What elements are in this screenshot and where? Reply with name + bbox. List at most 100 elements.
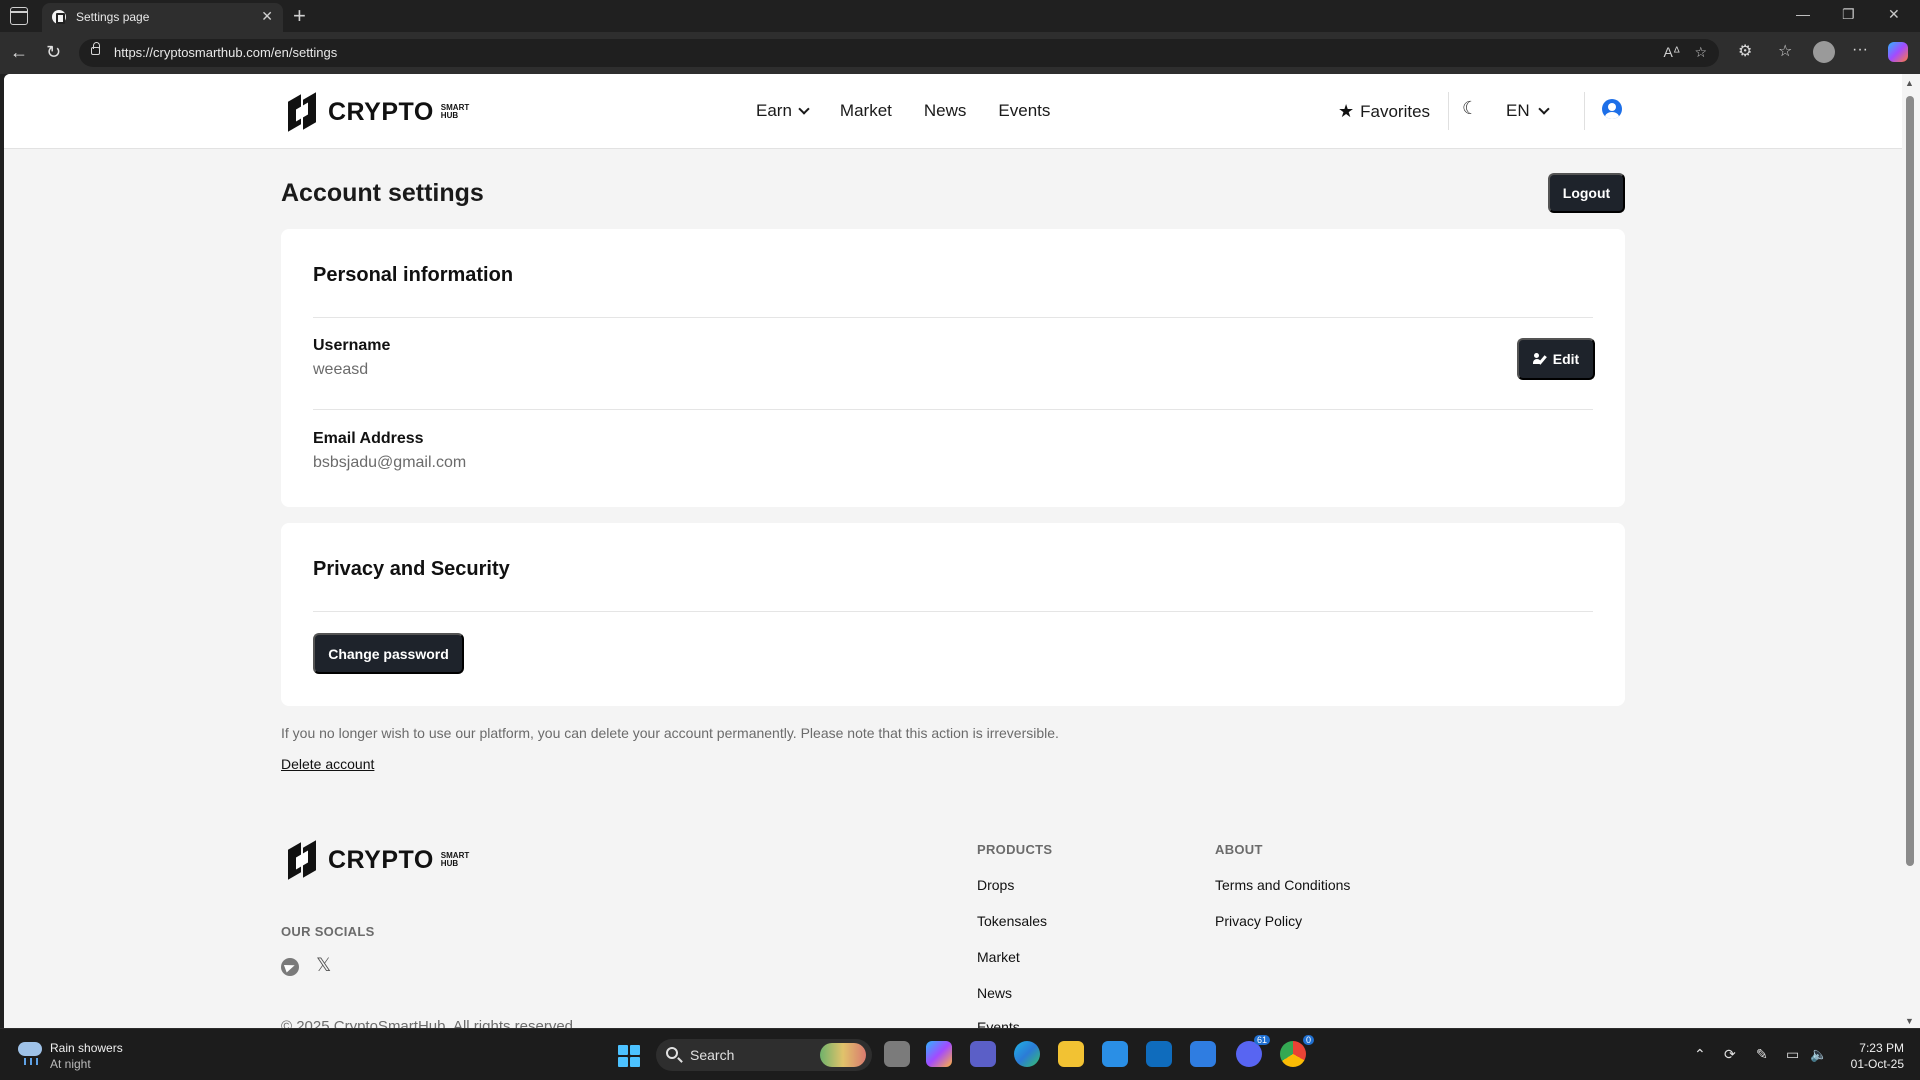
- delete-account-link[interactable]: Delete account: [281, 756, 374, 772]
- tab-close-icon[interactable]: ✕: [261, 8, 273, 25]
- nav-market[interactable]: Market: [840, 101, 892, 121]
- weather-condition[interactable]: Rain showers: [50, 1041, 123, 1055]
- username-label: Username: [313, 337, 391, 354]
- network-icon[interactable]: ▭: [1786, 1046, 1799, 1063]
- url-input[interactable]: https://cryptosmarthub.com/en/settings A…: [79, 39, 1719, 67]
- site-favicon-icon: [52, 10, 66, 24]
- copilot-app-icon[interactable]: [926, 1041, 952, 1067]
- chat-app-icon[interactable]: 61: [1236, 1035, 1270, 1067]
- outlook-icon[interactable]: [1146, 1041, 1172, 1067]
- whiteboard-icon[interactable]: [1190, 1041, 1216, 1067]
- logout-button[interactable]: Logout: [1548, 173, 1625, 213]
- more-options-icon[interactable]: ···: [1852, 41, 1868, 59]
- notification-badge: 61: [1253, 1035, 1270, 1045]
- window-close-icon[interactable]: ✕: [1888, 6, 1900, 23]
- footer-link-market[interactable]: Market: [977, 949, 1020, 965]
- user-edit-icon: [1532, 353, 1547, 365]
- task-view-icon[interactable]: [884, 1041, 910, 1067]
- dark-mode-toggle-icon[interactable]: ☾: [1462, 98, 1478, 119]
- privacy-security-card: Privacy and Security Change password: [281, 523, 1625, 706]
- tab-actions-icon[interactable]: [10, 7, 28, 25]
- telegram-icon[interactable]: [281, 958, 299, 976]
- logo-mark-icon: [286, 840, 322, 880]
- extensions-icon[interactable]: ⚙: [1738, 41, 1752, 61]
- windows-start-icon[interactable]: [618, 1045, 640, 1067]
- search-highlight-image: [820, 1043, 866, 1067]
- footer-link-drops[interactable]: Drops: [977, 877, 1014, 893]
- scroll-up-icon[interactable]: ▲: [1905, 78, 1914, 88]
- browser-tab-bar: Settings page ✕ + — ❐ ✕: [0, 0, 1920, 32]
- microsoft-store-icon[interactable]: [1102, 1041, 1128, 1067]
- personal-information-title: Personal information: [313, 264, 514, 286]
- page-viewport: CRYPTO SMART HUB Earn Market News Events…: [4, 74, 1902, 1028]
- site-header: CRYPTO SMART HUB Earn Market News Events…: [4, 74, 1902, 149]
- products-title: PRODUCTS: [977, 842, 1053, 857]
- chevron-down-icon: [1537, 102, 1550, 115]
- new-tab-icon[interactable]: +: [293, 3, 306, 29]
- weather-subtext: At night: [50, 1057, 91, 1071]
- main-nav: Earn Market News Events: [756, 101, 1050, 121]
- nav-news[interactable]: News: [924, 101, 967, 121]
- windows-taskbar: Rain showers At night Search 61 0 ⌃ ⟳ ✎ …: [0, 1028, 1920, 1080]
- footer-link-terms[interactable]: Terms and Conditions: [1215, 877, 1350, 893]
- edge-icon[interactable]: [1014, 1041, 1040, 1067]
- browser-tab-active[interactable]: Settings page ✕: [42, 3, 283, 32]
- chrome-icon[interactable]: 0: [1280, 1035, 1314, 1067]
- change-password-button[interactable]: Change password: [313, 633, 464, 674]
- footer-link-tokensales[interactable]: Tokensales: [977, 913, 1047, 929]
- profile-avatar-icon[interactable]: [1813, 41, 1835, 63]
- divider: [313, 409, 1593, 410]
- page-title: Account settings: [281, 179, 484, 207]
- personal-information-card: Personal information Username weeasd Edi…: [281, 229, 1625, 507]
- x-twitter-icon[interactable]: 𝕏: [316, 954, 331, 977]
- chevron-down-icon: [798, 102, 810, 115]
- pen-icon[interactable]: ✎: [1756, 1046, 1768, 1063]
- user-account-icon[interactable]: [1602, 99, 1622, 119]
- header-divider: [1584, 92, 1585, 130]
- email-label: Email Address: [313, 430, 424, 447]
- url-text: https://cryptosmarthub.com/en/settings: [114, 45, 338, 60]
- sync-icon[interactable]: ⟳: [1724, 1046, 1736, 1063]
- edit-username-button[interactable]: Edit: [1517, 338, 1595, 380]
- nav-events[interactable]: Events: [998, 101, 1050, 121]
- copilot-icon[interactable]: [1888, 42, 1908, 62]
- page-scrollbar[interactable]: ▲ ▼: [1902, 74, 1920, 1028]
- delete-account-note: If you no longer wish to use our platfor…: [281, 725, 1059, 741]
- teams-icon[interactable]: [970, 1041, 996, 1067]
- nav-earn[interactable]: Earn: [756, 101, 810, 121]
- about-title: ABOUT: [1215, 842, 1263, 857]
- restore-icon[interactable]: ❐: [1842, 6, 1855, 23]
- search-icon: [666, 1047, 678, 1059]
- file-explorer-icon[interactable]: [1058, 1041, 1084, 1067]
- footer-logo[interactable]: CRYPTO SMART HUB: [286, 840, 469, 880]
- volume-icon[interactable]: 🔈: [1810, 1046, 1827, 1063]
- logo-mark-icon: [286, 92, 322, 132]
- footer-link-news[interactable]: News: [977, 985, 1012, 1001]
- username-value: weeasd: [313, 361, 369, 378]
- divider: [313, 611, 1593, 612]
- site-logo[interactable]: CRYPTO SMART HUB: [286, 92, 469, 132]
- copyright: © 2025 CryptoSmartHub. All rights reserv…: [281, 1018, 578, 1028]
- favorites-bar-icon[interactable]: ☆: [1778, 41, 1792, 61]
- tab-title: Settings page: [76, 10, 150, 24]
- scroll-down-icon[interactable]: ▼: [1905, 1016, 1914, 1026]
- scrollbar-thumb[interactable]: [1906, 96, 1914, 866]
- refresh-icon[interactable]: ↻: [46, 42, 61, 63]
- footer-link-privacy[interactable]: Privacy Policy: [1215, 913, 1302, 929]
- email-value: bsbsjadu@gmail.com: [313, 454, 467, 471]
- read-aloud-icon[interactable]: Aᐞ: [1663, 44, 1680, 61]
- notification-badge: 0: [1302, 1035, 1314, 1045]
- weather-rain-icon[interactable]: [18, 1042, 42, 1065]
- back-icon[interactable]: ←: [10, 42, 28, 63]
- language-selector[interactable]: EN: [1506, 101, 1550, 121]
- minimize-icon[interactable]: —: [1796, 6, 1810, 22]
- favorite-star-icon[interactable]: ☆: [1694, 44, 1707, 61]
- tray-overflow-icon[interactable]: ⌃: [1694, 1046, 1706, 1063]
- clock-date[interactable]: 01-Oct-25: [1838, 1057, 1904, 1071]
- lock-icon: [91, 42, 100, 55]
- taskbar-search[interactable]: Search: [656, 1039, 872, 1071]
- footer-link-events[interactable]: Events: [977, 1019, 1020, 1028]
- favorites-link[interactable]: ★ Favorites: [1338, 101, 1430, 122]
- clock-time[interactable]: 7:23 PM: [1838, 1041, 1904, 1055]
- privacy-security-title: Privacy and Security: [313, 558, 510, 580]
